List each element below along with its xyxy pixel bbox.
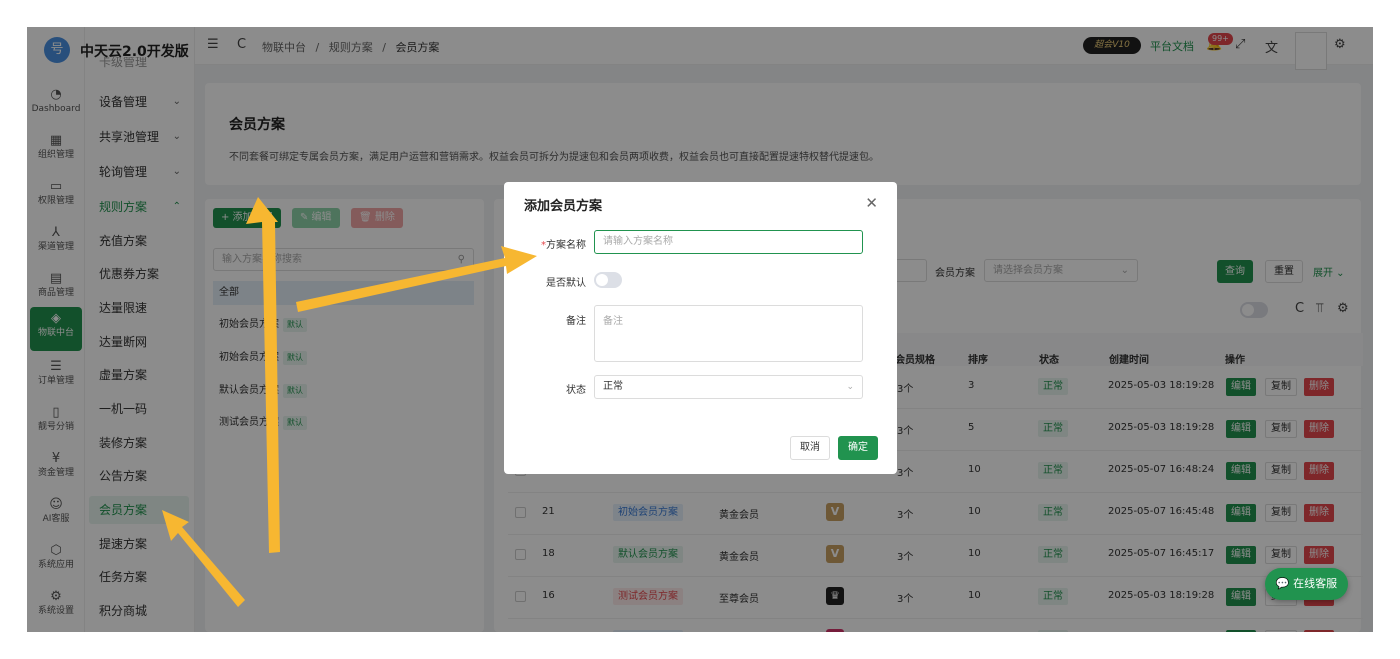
arrow-to-add-button bbox=[246, 197, 280, 553]
annotation-arrows bbox=[162, 197, 537, 607]
arrow-to-member-menu bbox=[162, 510, 245, 607]
arrow-to-name-field bbox=[296, 246, 537, 312]
